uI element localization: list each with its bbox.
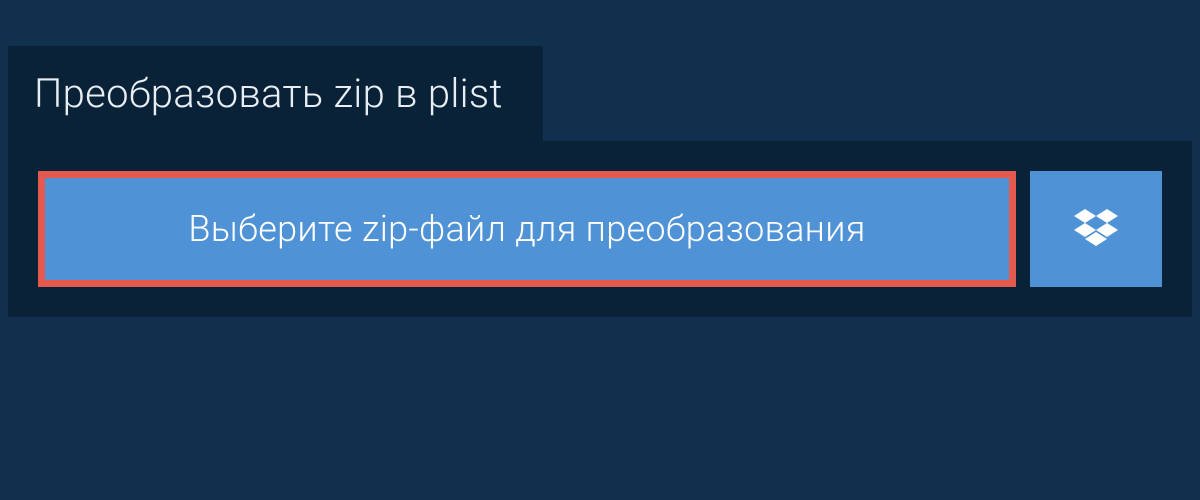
upload-panel: Выберите zip-файл для преобразования — [8, 141, 1192, 317]
select-file-button[interactable]: Выберите zip-файл для преобразования — [38, 171, 1016, 287]
page-title: Преобразовать zip в plist — [34, 70, 503, 117]
upload-row: Выберите zip-файл для преобразования — [38, 171, 1162, 287]
page-container: Преобразовать zip в plist Выберите zip-ф… — [0, 0, 1200, 317]
title-tab: Преобразовать zip в plist — [8, 46, 543, 141]
dropbox-icon — [1074, 209, 1118, 249]
dropbox-button[interactable] — [1030, 171, 1162, 287]
